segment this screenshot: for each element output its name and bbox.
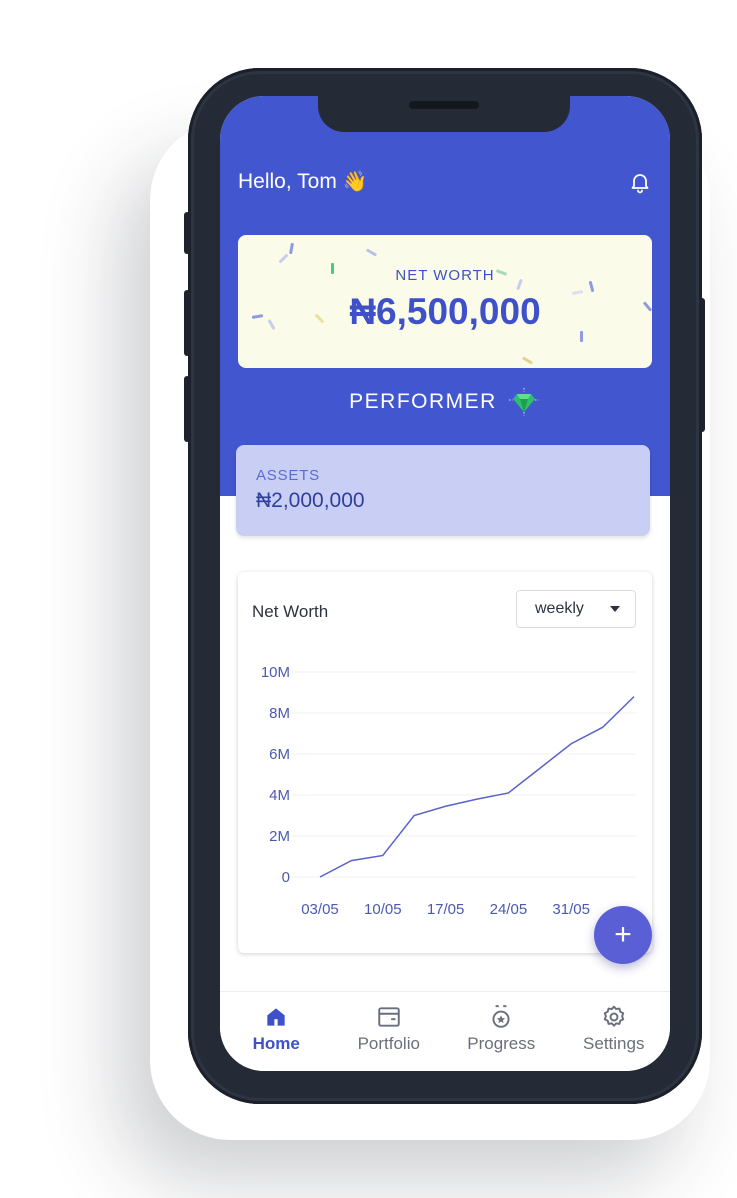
x-tick-label: 10/05: [364, 901, 402, 918]
add-fab-button[interactable]: +: [594, 906, 652, 964]
y-tick-label: 10M: [261, 664, 290, 681]
x-tick-label: 31/05: [552, 901, 590, 918]
y-tick-label: 8M: [269, 705, 290, 722]
greeting: Hello, Tom 👋: [238, 169, 368, 194]
diamond-icon: [508, 388, 539, 416]
nav-item-progress[interactable]: Progress: [445, 992, 558, 1071]
confetti: [521, 356, 534, 365]
phone-side-button: [184, 376, 190, 442]
net-worth-value: ₦6,500,000: [349, 291, 541, 332]
performer-badge: PERFORMER: [220, 387, 670, 417]
confetti: [278, 253, 289, 264]
bell-icon[interactable]: [628, 170, 652, 194]
nav-label-portfolio: Portfolio: [357, 1034, 420, 1053]
y-tick-label: 2M: [269, 828, 290, 845]
net-worth-label: NET WORTH: [395, 267, 495, 284]
y-tick-label: 4M: [269, 787, 290, 804]
nav-label-progress: Progress: [467, 1034, 536, 1053]
net-worth-card: NET WORTH ₦6,500,000: [238, 235, 652, 368]
assets-card[interactable]: ASSETS ₦2,000,000: [236, 445, 650, 536]
x-tick-label: 24/05: [490, 901, 528, 918]
x-tick-label: 17/05: [427, 901, 465, 918]
nav-label-home: Home: [252, 1034, 300, 1053]
confetti: [289, 242, 294, 255]
app-screen: Hello, Tom 👋 NET WORTH ₦6,500,000 PERFOR…: [220, 96, 670, 1071]
confetti: [365, 248, 378, 257]
phone-notch: [318, 88, 570, 132]
home-icon: [267, 1008, 285, 1026]
net-worth-line-chart: 0 2M 4M 6M 8M 10M 03/05 10/05 17/05 24/05 31/05: [261, 664, 636, 918]
greeting-text: Hello, Tom: [238, 169, 337, 193]
waving-hand-icon: 👋: [342, 171, 368, 193]
nav-item-portfolio[interactable]: Portfolio: [333, 992, 446, 1071]
assets-value: ₦2,000,000: [256, 489, 365, 512]
wallet-icon: [378, 1007, 400, 1027]
assets-label: ASSETS: [256, 467, 320, 484]
gear-icon: [603, 1005, 624, 1027]
nav-label-settings: Settings: [583, 1034, 645, 1053]
nav-item-settings[interactable]: Settings: [558, 992, 671, 1071]
bottom-nav: Home Portfolio Progress Settings: [220, 991, 670, 1071]
phone-side-button: [184, 290, 190, 356]
y-tick-label: 6M: [269, 746, 290, 763]
phone-side-button: [184, 212, 190, 254]
y-tick-label: 0: [282, 869, 290, 886]
phone-speaker: [409, 101, 479, 109]
nav-item-home[interactable]: Home: [220, 992, 333, 1071]
x-tick-label: 03/05: [301, 901, 339, 918]
net-worth-chart-card: Net Worth weekly 0 2M 4M 6M 8M 10M 03/05 10/05 1…: [238, 572, 652, 953]
medal-icon: [492, 1005, 510, 1028]
performer-label: PERFORMER: [349, 390, 497, 413]
series-line: [319, 696, 635, 878]
phone-side-button: [699, 298, 705, 432]
